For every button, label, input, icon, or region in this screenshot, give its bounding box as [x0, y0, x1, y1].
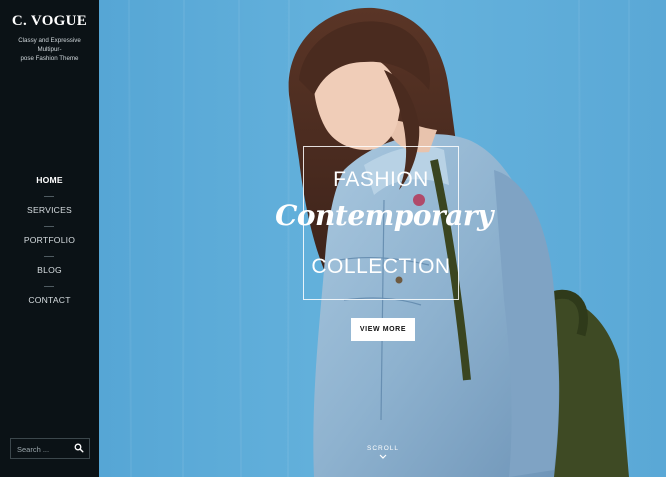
search-input[interactable]	[11, 440, 71, 459]
nav-item-contact[interactable]: CONTACT	[0, 293, 99, 323]
nav-divider	[44, 286, 54, 287]
nav-divider	[44, 226, 54, 227]
nav-item-label: CONTACT	[28, 295, 71, 305]
hero-line-fashion: FASHION	[333, 168, 429, 191]
nav-divider	[44, 196, 54, 197]
nav-item-label: SERVICES	[27, 205, 72, 215]
site-tagline: Classy and Expressive Multipur- pose Fas…	[0, 36, 99, 63]
search-icon[interactable]	[74, 443, 84, 453]
brand: C. VOGUE Classy and Expressive Multipur-…	[0, 13, 99, 63]
nav-divider	[44, 256, 54, 257]
scroll-indicator[interactable]: SCROLL	[361, 445, 405, 460]
nav-item-label: HOME	[36, 175, 63, 185]
tagline-line-2: pose Fashion Theme	[20, 55, 79, 62]
sidebar: C. VOGUE Classy and Expressive Multipur-…	[0, 0, 99, 477]
nav-item-home[interactable]: HOME	[0, 173, 99, 203]
nav-item-portfolio[interactable]: PORTFOLIO	[0, 233, 99, 263]
nav-item-label: BLOG	[37, 265, 62, 275]
view-more-button[interactable]: VIEW MORE	[351, 318, 415, 341]
hero-section: FASHION Contemporary COLLECTION VIEW MOR…	[99, 0, 666, 477]
hero-line-contemporary: Contemporary	[275, 199, 493, 232]
site-logo[interactable]: C. VOGUE	[0, 13, 99, 30]
tagline-line-1: Classy and Expressive Multipur-	[18, 37, 81, 53]
nav-item-label: PORTFOLIO	[23, 235, 76, 245]
nav-item-services[interactable]: SERVICES	[0, 203, 99, 233]
nav-item-blog[interactable]: BLOG	[0, 263, 99, 293]
search-box	[10, 438, 90, 459]
chevron-down-icon	[379, 454, 387, 459]
hero-line-collection: COLLECTION	[311, 255, 451, 278]
scroll-label: SCROLL	[366, 445, 399, 452]
main-nav: HOME SERVICES PORTFOLIO BLOG CONTACT	[0, 173, 99, 323]
